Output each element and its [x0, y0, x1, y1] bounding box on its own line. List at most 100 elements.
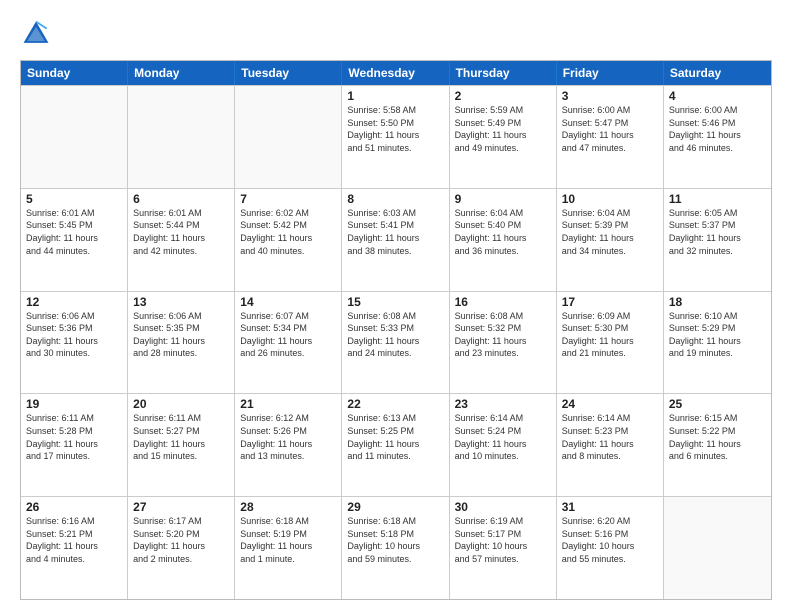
day-number: 13: [133, 295, 229, 309]
day-number: 23: [455, 397, 551, 411]
calendar-day-cell: 14Sunrise: 6:07 AM Sunset: 5:34 PM Dayli…: [235, 292, 342, 394]
calendar-day-cell: 30Sunrise: 6:19 AM Sunset: 5:17 PM Dayli…: [450, 497, 557, 599]
calendar-day-cell: 9Sunrise: 6:04 AM Sunset: 5:40 PM Daylig…: [450, 189, 557, 291]
calendar-day-cell: 26Sunrise: 6:16 AM Sunset: 5:21 PM Dayli…: [21, 497, 128, 599]
calendar-day-cell: 13Sunrise: 6:06 AM Sunset: 5:35 PM Dayli…: [128, 292, 235, 394]
calendar-body: 1Sunrise: 5:58 AM Sunset: 5:50 PM Daylig…: [21, 85, 771, 599]
calendar-row: 26Sunrise: 6:16 AM Sunset: 5:21 PM Dayli…: [21, 496, 771, 599]
day-number: 22: [347, 397, 443, 411]
day-number: 27: [133, 500, 229, 514]
day-info: Sunrise: 6:15 AM Sunset: 5:22 PM Dayligh…: [669, 412, 766, 462]
calendar-day-cell: 3Sunrise: 6:00 AM Sunset: 5:47 PM Daylig…: [557, 86, 664, 188]
calendar: SundayMondayTuesdayWednesdayThursdayFrid…: [20, 60, 772, 600]
calendar-row: 5Sunrise: 6:01 AM Sunset: 5:45 PM Daylig…: [21, 188, 771, 291]
day-info: Sunrise: 6:18 AM Sunset: 5:19 PM Dayligh…: [240, 515, 336, 565]
day-info: Sunrise: 6:02 AM Sunset: 5:42 PM Dayligh…: [240, 207, 336, 257]
day-number: 17: [562, 295, 658, 309]
day-number: 2: [455, 89, 551, 103]
calendar-day-cell: 27Sunrise: 6:17 AM Sunset: 5:20 PM Dayli…: [128, 497, 235, 599]
calendar-row: 19Sunrise: 6:11 AM Sunset: 5:28 PM Dayli…: [21, 393, 771, 496]
day-number: 11: [669, 192, 766, 206]
calendar-day-cell: 25Sunrise: 6:15 AM Sunset: 5:22 PM Dayli…: [664, 394, 771, 496]
weekday-header: Sunday: [21, 61, 128, 85]
day-number: 18: [669, 295, 766, 309]
day-info: Sunrise: 6:10 AM Sunset: 5:29 PM Dayligh…: [669, 310, 766, 360]
calendar-row: 1Sunrise: 5:58 AM Sunset: 5:50 PM Daylig…: [21, 85, 771, 188]
calendar-day-cell: 28Sunrise: 6:18 AM Sunset: 5:19 PM Dayli…: [235, 497, 342, 599]
calendar-empty-cell: [664, 497, 771, 599]
calendar-empty-cell: [128, 86, 235, 188]
day-info: Sunrise: 6:18 AM Sunset: 5:18 PM Dayligh…: [347, 515, 443, 565]
day-number: 5: [26, 192, 122, 206]
day-info: Sunrise: 6:06 AM Sunset: 5:35 PM Dayligh…: [133, 310, 229, 360]
calendar-day-cell: 24Sunrise: 6:14 AM Sunset: 5:23 PM Dayli…: [557, 394, 664, 496]
day-number: 30: [455, 500, 551, 514]
calendar-day-cell: 19Sunrise: 6:11 AM Sunset: 5:28 PM Dayli…: [21, 394, 128, 496]
day-number: 16: [455, 295, 551, 309]
day-info: Sunrise: 6:19 AM Sunset: 5:17 PM Dayligh…: [455, 515, 551, 565]
calendar-day-cell: 31Sunrise: 6:20 AM Sunset: 5:16 PM Dayli…: [557, 497, 664, 599]
calendar-day-cell: 5Sunrise: 6:01 AM Sunset: 5:45 PM Daylig…: [21, 189, 128, 291]
day-info: Sunrise: 6:00 AM Sunset: 5:47 PM Dayligh…: [562, 104, 658, 154]
day-number: 12: [26, 295, 122, 309]
day-info: Sunrise: 5:59 AM Sunset: 5:49 PM Dayligh…: [455, 104, 551, 154]
logo: [20, 18, 58, 50]
day-info: Sunrise: 6:01 AM Sunset: 5:45 PM Dayligh…: [26, 207, 122, 257]
calendar-day-cell: 18Sunrise: 6:10 AM Sunset: 5:29 PM Dayli…: [664, 292, 771, 394]
calendar-day-cell: 4Sunrise: 6:00 AM Sunset: 5:46 PM Daylig…: [664, 86, 771, 188]
calendar-day-cell: 8Sunrise: 6:03 AM Sunset: 5:41 PM Daylig…: [342, 189, 449, 291]
day-info: Sunrise: 6:12 AM Sunset: 5:26 PM Dayligh…: [240, 412, 336, 462]
calendar-day-cell: 23Sunrise: 6:14 AM Sunset: 5:24 PM Dayli…: [450, 394, 557, 496]
weekday-header: Tuesday: [235, 61, 342, 85]
day-number: 4: [669, 89, 766, 103]
weekday-header: Saturday: [664, 61, 771, 85]
calendar-day-cell: 11Sunrise: 6:05 AM Sunset: 5:37 PM Dayli…: [664, 189, 771, 291]
day-number: 26: [26, 500, 122, 514]
calendar-row: 12Sunrise: 6:06 AM Sunset: 5:36 PM Dayli…: [21, 291, 771, 394]
day-info: Sunrise: 6:00 AM Sunset: 5:46 PM Dayligh…: [669, 104, 766, 154]
day-number: 25: [669, 397, 766, 411]
day-info: Sunrise: 6:04 AM Sunset: 5:40 PM Dayligh…: [455, 207, 551, 257]
page-header: [20, 18, 772, 50]
day-number: 9: [455, 192, 551, 206]
calendar-day-cell: 20Sunrise: 6:11 AM Sunset: 5:27 PM Dayli…: [128, 394, 235, 496]
weekday-header: Monday: [128, 61, 235, 85]
calendar-day-cell: 6Sunrise: 6:01 AM Sunset: 5:44 PM Daylig…: [128, 189, 235, 291]
day-info: Sunrise: 6:01 AM Sunset: 5:44 PM Dayligh…: [133, 207, 229, 257]
day-number: 31: [562, 500, 658, 514]
day-number: 29: [347, 500, 443, 514]
day-info: Sunrise: 6:08 AM Sunset: 5:32 PM Dayligh…: [455, 310, 551, 360]
day-info: Sunrise: 6:11 AM Sunset: 5:27 PM Dayligh…: [133, 412, 229, 462]
calendar-day-cell: 1Sunrise: 5:58 AM Sunset: 5:50 PM Daylig…: [342, 86, 449, 188]
day-info: Sunrise: 6:11 AM Sunset: 5:28 PM Dayligh…: [26, 412, 122, 462]
day-info: Sunrise: 6:05 AM Sunset: 5:37 PM Dayligh…: [669, 207, 766, 257]
day-number: 20: [133, 397, 229, 411]
day-number: 10: [562, 192, 658, 206]
calendar-day-cell: 17Sunrise: 6:09 AM Sunset: 5:30 PM Dayli…: [557, 292, 664, 394]
day-info: Sunrise: 6:14 AM Sunset: 5:24 PM Dayligh…: [455, 412, 551, 462]
calendar-day-cell: 15Sunrise: 6:08 AM Sunset: 5:33 PM Dayli…: [342, 292, 449, 394]
calendar-empty-cell: [21, 86, 128, 188]
day-info: Sunrise: 6:07 AM Sunset: 5:34 PM Dayligh…: [240, 310, 336, 360]
day-info: Sunrise: 6:06 AM Sunset: 5:36 PM Dayligh…: [26, 310, 122, 360]
day-number: 8: [347, 192, 443, 206]
day-info: Sunrise: 6:14 AM Sunset: 5:23 PM Dayligh…: [562, 412, 658, 462]
day-number: 3: [562, 89, 658, 103]
calendar-header: SundayMondayTuesdayWednesdayThursdayFrid…: [21, 61, 771, 85]
weekday-header: Thursday: [450, 61, 557, 85]
day-info: Sunrise: 6:04 AM Sunset: 5:39 PM Dayligh…: [562, 207, 658, 257]
day-number: 21: [240, 397, 336, 411]
calendar-day-cell: 2Sunrise: 5:59 AM Sunset: 5:49 PM Daylig…: [450, 86, 557, 188]
day-number: 24: [562, 397, 658, 411]
day-number: 6: [133, 192, 229, 206]
day-number: 7: [240, 192, 336, 206]
day-info: Sunrise: 6:09 AM Sunset: 5:30 PM Dayligh…: [562, 310, 658, 360]
day-info: Sunrise: 6:20 AM Sunset: 5:16 PM Dayligh…: [562, 515, 658, 565]
calendar-day-cell: 21Sunrise: 6:12 AM Sunset: 5:26 PM Dayli…: [235, 394, 342, 496]
weekday-header: Friday: [557, 61, 664, 85]
day-info: Sunrise: 6:08 AM Sunset: 5:33 PM Dayligh…: [347, 310, 443, 360]
day-info: Sunrise: 6:03 AM Sunset: 5:41 PM Dayligh…: [347, 207, 443, 257]
calendar-day-cell: 10Sunrise: 6:04 AM Sunset: 5:39 PM Dayli…: [557, 189, 664, 291]
day-number: 15: [347, 295, 443, 309]
calendar-empty-cell: [235, 86, 342, 188]
